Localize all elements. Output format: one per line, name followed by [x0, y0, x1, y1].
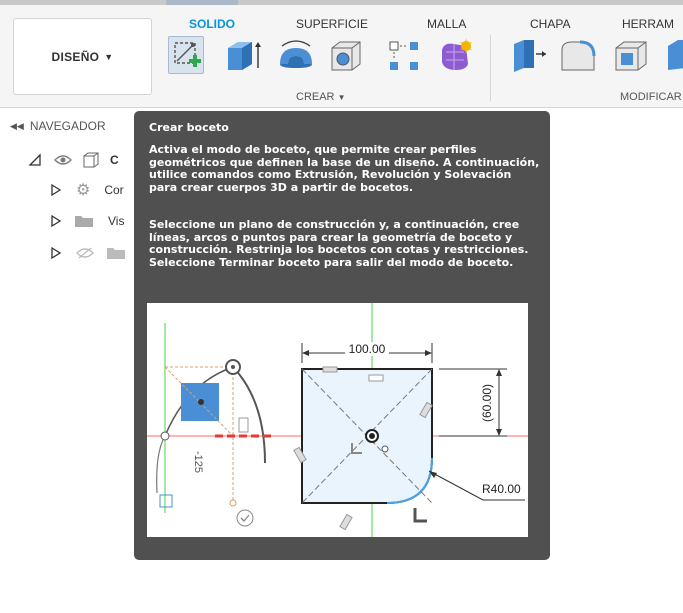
extrude-icon: [228, 42, 261, 70]
expand-triangle-icon[interactable]: [50, 183, 62, 197]
tree-item-hidden[interactable]: [50, 243, 126, 263]
tooltip-title: Crear boceto: [149, 121, 229, 134]
expand-triangle-icon[interactable]: [50, 246, 62, 260]
tree-item-label: Cor: [104, 183, 124, 197]
create-sketch-button[interactable]: [168, 36, 204, 74]
tree-item-views[interactable]: Vis: [50, 211, 124, 231]
group-separator: [490, 35, 491, 101]
tab-malla[interactable]: MALLA: [427, 17, 466, 31]
tree-item-label: Vis: [108, 214, 125, 228]
shell-icon: [615, 41, 647, 71]
chevron-down-icon: ▼: [337, 93, 346, 102]
dim-width-label: 100.00: [349, 342, 386, 356]
expand-triangle-icon[interactable]: [28, 153, 42, 167]
combine-button[interactable]: [662, 36, 683, 74]
eye-icon[interactable]: [54, 153, 72, 167]
pattern-button[interactable]: [384, 36, 420, 74]
toolbar: DISEÑO ▼ SOLIDO SUPERFICIE MALLA CHAPA H…: [0, 5, 683, 108]
collapse-double-arrow-icon[interactable]: ◀◀: [10, 121, 24, 132]
navigator-header[interactable]: ◀◀ NAVEGADOR: [0, 114, 140, 138]
tab-solido[interactable]: SOLIDO: [189, 17, 235, 31]
create-group-label: CREAR: [296, 91, 335, 103]
dim-radius-label: R40.00: [482, 482, 521, 496]
create-group-dropdown[interactable]: CREAR ▼: [296, 91, 346, 103]
tooltip-create-sketch: Crear boceto Activa el modo de boceto, q…: [134, 111, 550, 560]
form-button[interactable]: [436, 36, 472, 74]
folder-icon: [75, 216, 93, 227]
navigator-title: NAVEGADOR: [29, 119, 106, 133]
press-pull-icon: [514, 40, 546, 72]
tab-superficie[interactable]: SUPERFICIE: [296, 17, 368, 31]
extrude-button[interactable]: [222, 36, 261, 74]
dim-height-label: (60.00): [480, 384, 494, 422]
gear-icon: ⚙: [76, 182, 91, 199]
modify-group-label: MODIFICAR: [620, 91, 682, 103]
form-icon: [442, 38, 472, 70]
revolve-icon: [280, 40, 312, 68]
modify-group-dropdown[interactable]: MODIFICAR: [620, 91, 682, 103]
eye-hidden-icon[interactable]: [76, 246, 94, 260]
tree-item-origin[interactable]: ⚙ Cor: [50, 180, 124, 200]
tooltip-paragraph-1: Activa el modo de boceto, que permite cr…: [149, 143, 540, 194]
workspace-dropdown[interactable]: DISEÑO ▼: [13, 18, 152, 95]
shell-button[interactable]: [612, 36, 648, 74]
tooltip-illustration: -125 100.00 (60.00) R40.00: [147, 303, 528, 537]
combine-icon: [668, 40, 683, 70]
dim-left-label: -125: [192, 451, 204, 473]
hole-icon: [331, 41, 361, 71]
press-pull-button[interactable]: [508, 36, 546, 74]
expand-triangle-icon[interactable]: [50, 214, 62, 228]
fillet-button[interactable]: [558, 36, 596, 74]
sketch-illustration: -125 100.00 (60.00) R40.00: [147, 303, 528, 537]
tab-herramientas[interactable]: HERRAM: [622, 17, 674, 31]
tab-chapa[interactable]: CHAPA: [530, 17, 570, 31]
tree-item-label: C: [110, 153, 119, 167]
tree-item-root[interactable]: C: [28, 150, 119, 170]
tooltip-paragraph-2: Seleccione un plano de construcción y, a…: [149, 218, 529, 269]
fillet-icon: [561, 40, 596, 71]
folder-icon: [107, 248, 125, 259]
workspace-label: DISEÑO: [51, 49, 100, 64]
create-sketch-icon: [174, 42, 201, 67]
component-icon: [83, 152, 99, 168]
revolve-button[interactable]: [276, 36, 312, 74]
pattern-icon: [389, 41, 418, 70]
hole-button[interactable]: [326, 36, 362, 74]
chevron-down-icon: ▼: [104, 51, 114, 62]
